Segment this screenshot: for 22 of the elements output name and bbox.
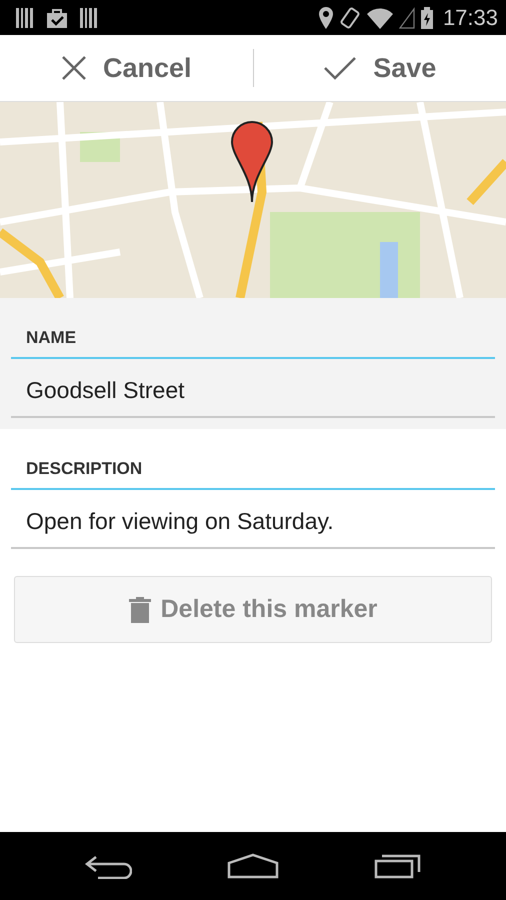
recent-apps-icon[interactable] bbox=[374, 853, 422, 879]
battery-charging-icon bbox=[420, 6, 433, 28]
cancel-button[interactable]: Cancel bbox=[0, 35, 252, 101]
wifi-icon bbox=[366, 6, 393, 28]
input-field[interactable]: Goodsell Street bbox=[11, 359, 495, 418]
signal-icon bbox=[398, 6, 415, 28]
trash-icon bbox=[128, 596, 151, 622]
notification-icon bbox=[80, 8, 98, 28]
checkmark-icon bbox=[323, 55, 358, 81]
vibrate-icon bbox=[338, 6, 361, 28]
home-icon[interactable] bbox=[227, 853, 279, 879]
location-icon bbox=[318, 6, 333, 28]
field-label: NAME bbox=[11, 316, 495, 359]
clock-time: 17:33 bbox=[442, 4, 498, 30]
input-field[interactable]: Open for viewing on Saturday. bbox=[11, 490, 495, 549]
map-pin-icon bbox=[230, 120, 274, 204]
back-icon[interactable] bbox=[84, 853, 132, 879]
notification-icon bbox=[16, 8, 34, 28]
close-icon bbox=[60, 55, 87, 81]
save-button[interactable]: Save bbox=[254, 35, 506, 101]
field-label: DESCRIPTION bbox=[11, 447, 495, 490]
bag-check-icon bbox=[46, 8, 68, 28]
